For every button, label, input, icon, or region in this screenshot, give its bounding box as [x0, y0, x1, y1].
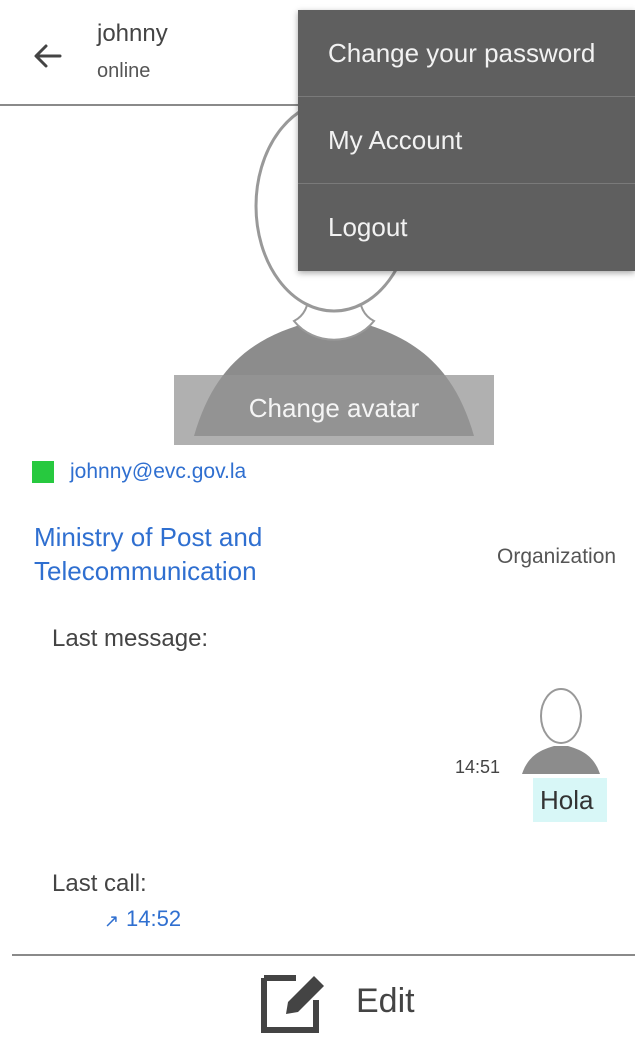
- last-message-title: Last message:: [52, 625, 209, 652]
- arrow-outgoing-icon: ↗: [104, 911, 120, 931]
- message-text: Hola: [540, 785, 594, 815]
- message-avatar: [522, 688, 600, 774]
- organization-name-line1: Ministry of Post and: [34, 522, 263, 552]
- edit-button-label[interactable]: Edit: [356, 982, 415, 1021]
- last-call-time[interactable]: 14:52: [126, 906, 181, 932]
- organization-name-line2: Telecommunication: [34, 556, 257, 586]
- organization-label: Organization: [497, 545, 617, 568]
- menu-item-my-account[interactable]: My Account: [298, 97, 635, 184]
- organization-name[interactable]: Ministry of Post and Telecommunication: [34, 520, 334, 588]
- change-avatar-button[interactable]: Change avatar: [174, 393, 494, 424]
- back-arrow-icon[interactable]: [30, 38, 66, 74]
- overflow-menu: Change your password My Account Logout: [298, 10, 635, 271]
- menu-item-logout[interactable]: Logout: [298, 184, 635, 271]
- last-call-title: Last call:: [52, 870, 147, 897]
- contact-status: online: [97, 60, 151, 82]
- footer-divider: [12, 954, 635, 956]
- email-link[interactable]: johnny@evc.gov.la: [70, 460, 246, 484]
- edit-icon[interactable]: [258, 964, 330, 1036]
- message-time: 14:51: [455, 757, 501, 777]
- contact-name: johnny: [97, 20, 168, 47]
- menu-item-change-password[interactable]: Change your password: [298, 10, 635, 97]
- online-status-indicator: [32, 461, 54, 483]
